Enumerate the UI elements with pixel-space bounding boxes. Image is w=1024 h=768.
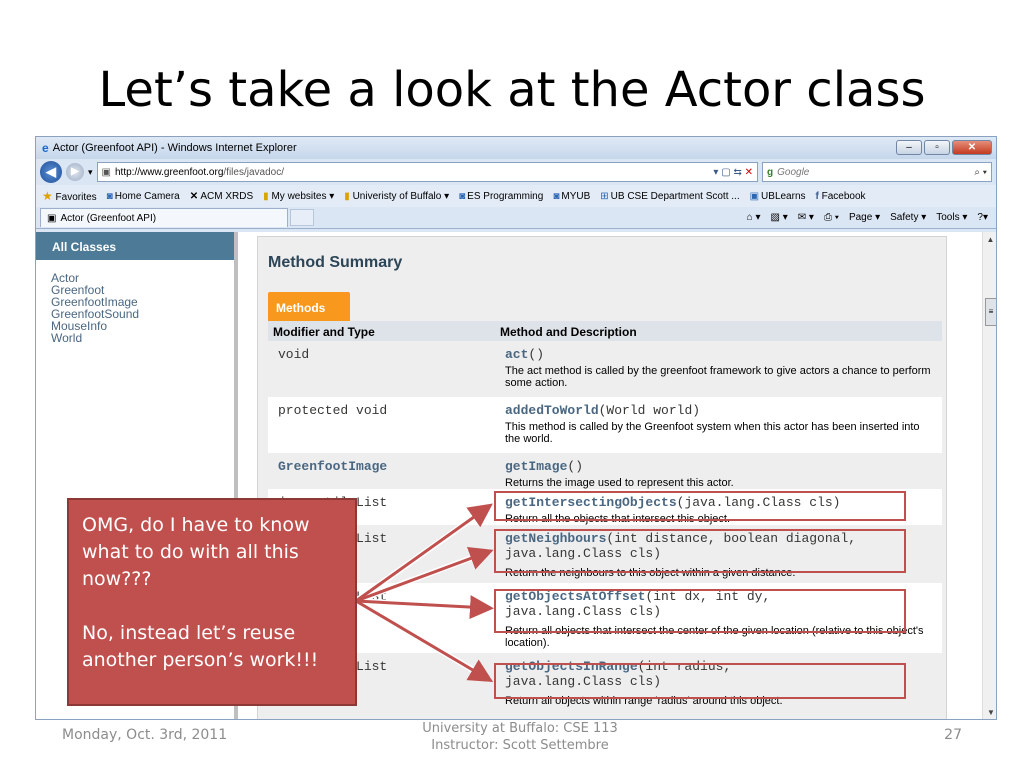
row-modifier: void <box>278 347 310 362</box>
method-table-header: Modifier and Type Method and Description <box>268 321 942 341</box>
table-row: protected void addedToWorld(World world)… <box>268 397 942 453</box>
command-bar: ⌂ ▾ ▧ ▾ ✉ ▾ ⎙ ▾ Page ▾ Safety ▾ Tools ▾ … <box>747 212 992 223</box>
table-row: void act() The act method is called by t… <box>268 341 942 397</box>
feeds-icon[interactable]: ▧ ▾ <box>771 212 788 223</box>
vertical-scrollbar[interactable]: ▲ ≡ ▼ <box>982 232 996 719</box>
footer-course-line2: Instructor: Scott Settembre <box>431 738 609 753</box>
fav-es-programming[interactable]: ◙ ES Programming <box>459 191 543 202</box>
page-number: 27 <box>944 727 962 743</box>
new-tab-button[interactable] <box>290 209 314 226</box>
method-description: This method is called by the Greenfoot s… <box>505 421 920 445</box>
help-icon[interactable]: ?▾ <box>977 212 988 223</box>
minimize-icon[interactable]: – <box>896 140 922 155</box>
restore-icon[interactable]: ▫ <box>924 140 950 155</box>
all-classes-heading: All Classes <box>36 232 234 260</box>
highlight-box-getneighbours <box>494 529 906 573</box>
highlight-box-getobjectsatoffset <box>494 589 906 633</box>
url-host: http://www.greenfoot.org <box>114 166 224 178</box>
method-params: () <box>528 347 545 362</box>
back-icon[interactable]: ◀ <box>40 161 62 183</box>
page-icon: ▣ <box>47 212 57 224</box>
method-link-addedtoworld[interactable]: addedToWorld <box>505 403 599 418</box>
scroll-thumb[interactable]: ≡ <box>985 298 996 326</box>
ie-icon: e <box>42 141 49 155</box>
method-summary-title: Method Summary <box>268 254 403 271</box>
home-icon[interactable]: ⌂ ▾ <box>747 212 761 223</box>
fav-university-buffalo[interactable]: ▮ Univeristy of Buffalo ▾ <box>344 191 449 202</box>
slide-title: Let’s take a look at the Actor class <box>98 62 926 118</box>
callout-line: No, instead let’s reuse <box>82 622 296 644</box>
print-icon[interactable]: ⎙ ▾ <box>824 212 839 223</box>
callout-line: what to do with all this <box>82 541 299 563</box>
callout-line: now??? <box>82 568 152 590</box>
search-input[interactable]: g Google ⌕ ▾ <box>762 162 992 182</box>
page-icon: ▣ <box>101 166 111 178</box>
address-bar[interactable]: ▣ http://www.greenfoot.org/files/javadoc… <box>96 162 758 182</box>
address-tools[interactable]: ▾ ▢ ⇆ ✕ <box>713 167 757 178</box>
safety-menu[interactable]: Safety ▾ <box>890 212 926 223</box>
fav-myub[interactable]: ◙ MYUB <box>553 191 590 202</box>
mail-icon[interactable]: ✉ ▾ <box>798 212 814 223</box>
window-title: Actor (Greenfoot API) - Windows Internet… <box>52 142 297 154</box>
method-summary-panel: Method Summary Methods Modifier and Type… <box>257 236 947 719</box>
tools-menu[interactable]: Tools ▾ <box>936 212 967 223</box>
footer-course-line1: University at Buffalo: CSE 113 <box>422 721 618 736</box>
type-link-greenfootimage[interactable]: GreenfootImage <box>278 459 387 474</box>
address-row: ◀ ▶ ▾ ▣ http://www.greenfoot.org/files/j… <box>36 159 996 185</box>
forward-icon[interactable]: ▶ <box>66 163 84 181</box>
highlight-box-getintersectingobjects <box>494 491 906 521</box>
google-icon: g <box>767 166 774 178</box>
callout-box: OMG, do I have to know what to do with a… <box>67 498 357 706</box>
method-link-act[interactable]: act <box>505 347 528 362</box>
methods-tab[interactable]: Methods <box>268 292 350 322</box>
close-icon[interactable]: ✕ <box>952 140 992 155</box>
scroll-down-icon[interactable]: ▼ <box>983 705 996 719</box>
star-icon: ★ <box>42 189 53 203</box>
method-table: void act() The act method is called by t… <box>268 341 942 713</box>
callout-line: another person’s work!!! <box>82 649 319 671</box>
footer-course: University at Buffalo: CSE 113 Instructo… <box>380 720 660 754</box>
method-link-getimage[interactable]: getImage <box>505 459 567 474</box>
history-dropdown-icon[interactable]: ▾ <box>88 167 93 178</box>
search-icon[interactable]: ⌕ ▾ <box>974 167 991 178</box>
col-method-header: Method and Description <box>500 325 637 339</box>
highlight-box-getobjectsinrange <box>494 663 906 699</box>
tab-label: Actor (Greenfoot API) <box>60 212 157 224</box>
search-engine-label: Google <box>777 166 810 178</box>
callout-line: OMG, do I have to know <box>82 514 310 536</box>
tab-row: ▣ Actor (Greenfoot API) ⌂ ▾ ▧ ▾ ✉ ▾ ⎙ ▾ … <box>36 207 996 229</box>
favorites-bar: ★ Favorites ◙ Home Camera ✕ ACM XRDS ▮ My… <box>36 185 996 207</box>
url-path: /files/javadoc/ <box>223 166 284 178</box>
window-titlebar: e Actor (Greenfoot API) - Windows Intern… <box>36 137 996 159</box>
table-row: GreenfootImage getImage() Returns the im… <box>268 453 942 489</box>
class-link-world[interactable]: World <box>51 332 234 344</box>
window-controls: – ▫ ✕ <box>896 140 992 155</box>
footer-date: Monday, Oct. 3rd, 2011 <box>62 727 228 743</box>
fav-ub-cse[interactable]: ⊞ UB CSE Department Scott ... <box>600 191 739 202</box>
scroll-up-icon[interactable]: ▲ <box>983 232 996 248</box>
fav-ublearns[interactable]: ▣ UBLearns <box>750 191 806 202</box>
fav-acm-xrds[interactable]: ✕ ACM XRDS <box>190 191 253 202</box>
fav-home-camera[interactable]: ◙ Home Camera <box>107 191 180 202</box>
method-params: (World world) <box>598 403 701 418</box>
fav-facebook[interactable]: f Facebook <box>816 191 866 202</box>
page-menu[interactable]: Page ▾ <box>849 212 880 223</box>
class-list: Actor Greenfoot GreenfootImage Greenfoot… <box>36 260 234 344</box>
method-description: Returns the image used to represent this… <box>505 477 734 489</box>
col-modifier-header: Modifier and Type <box>273 325 375 339</box>
favorites-button[interactable]: ★ Favorites <box>42 189 97 203</box>
method-params: () <box>567 459 584 474</box>
method-description: The act method is called by the greenfoo… <box>505 365 931 389</box>
fav-my-websites[interactable]: ▮ My websites ▾ <box>263 191 334 202</box>
row-modifier: protected void <box>278 403 388 418</box>
tab-actor-api[interactable]: ▣ Actor (Greenfoot API) <box>40 208 288 227</box>
